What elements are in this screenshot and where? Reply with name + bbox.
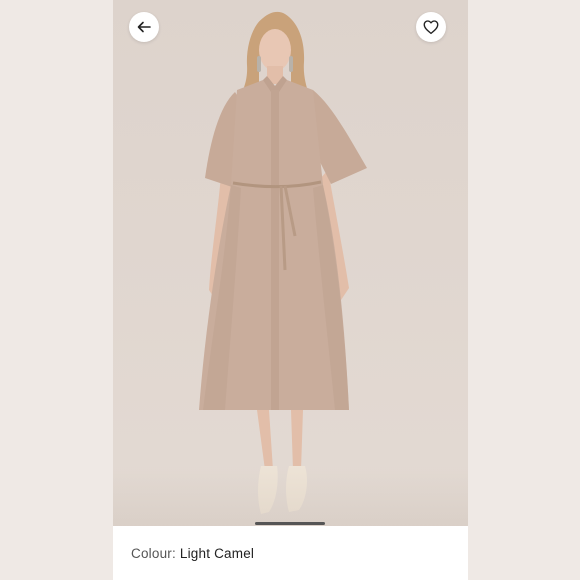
heart-outline-icon [423, 20, 439, 35]
back-button[interactable] [129, 12, 159, 42]
arrow-left-icon [137, 21, 151, 33]
colour-info-bar: Colour: Light Camel [113, 526, 468, 580]
colour-line: Colour: Light Camel [131, 546, 254, 561]
left-margin [0, 0, 113, 580]
face [259, 29, 291, 71]
left-leg [257, 410, 273, 470]
colour-value: Light Camel [179, 545, 255, 561]
model-illustration [199, 11, 367, 514]
image-gallery-indicator [255, 522, 325, 525]
floor-shadow [113, 466, 468, 526]
button-placket [271, 90, 279, 410]
right-leg [291, 410, 303, 470]
favourite-button[interactable] [416, 12, 446, 42]
product-image[interactable] [113, 0, 468, 526]
product-screen: Colour: Light Camel [0, 0, 580, 580]
colour-label: Colour: [131, 545, 176, 561]
right-margin [468, 0, 580, 580]
